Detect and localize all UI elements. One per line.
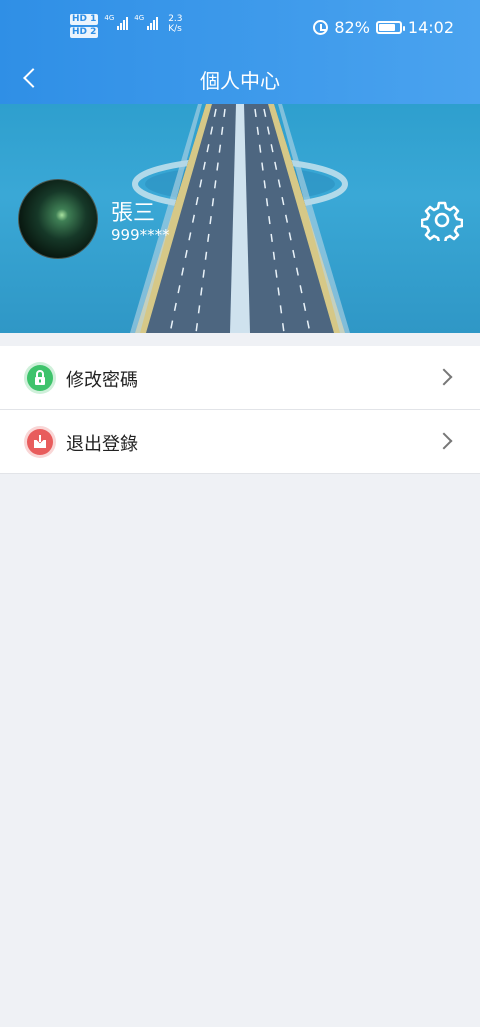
status-bar: HD 1 HD 2 4G 4G 2.3 K/s 82% 14:02 [0,0,480,52]
hd1-badge: HD 1 [70,14,99,25]
net2-label: 4G [134,14,145,22]
clock: 14:02 [407,18,454,37]
avatar[interactable] [18,179,98,259]
speed-value: 2.3 [168,14,183,24]
network-speed: 2.3 K/s [168,14,182,34]
logout-item[interactable]: 退出登錄 [0,410,480,474]
menu-list: 修改密碼 退出登錄 [0,346,480,474]
net1-label: 4G [104,14,115,22]
speed-unit: K/s [168,24,182,34]
logout-label: 退出登錄 [66,434,138,455]
gear-icon[interactable] [421,199,463,241]
nav-bar: 個人中心 [0,52,480,104]
profile-banner: 張三 999**** [0,104,480,333]
change-password-item[interactable]: 修改密碼 [0,346,480,410]
status-right-group: 82% 14:02 [313,18,454,37]
chevron-right-icon [435,368,453,386]
user-account: 999**** [111,226,170,244]
signal-icon-2: 4G [134,14,159,30]
page-title: 個人中心 [200,69,280,93]
chevron-right-icon [435,432,453,450]
battery-icon [375,21,405,34]
signal-icon: 4G [104,14,129,30]
alarm-icon [313,20,329,35]
hd-badges: HD 1 HD 2 [70,14,99,38]
status-left-group: HD 1 HD 2 4G 4G 2.3 K/s [70,14,183,38]
logout-icon [27,429,53,455]
lock-icon [27,365,53,391]
battery-fill [378,24,396,31]
user-name: 張三 [111,201,156,226]
change-password-label: 修改密碼 [66,370,138,391]
hd2-badge: HD 2 [70,27,99,38]
battery-percent: 82% [334,18,370,37]
